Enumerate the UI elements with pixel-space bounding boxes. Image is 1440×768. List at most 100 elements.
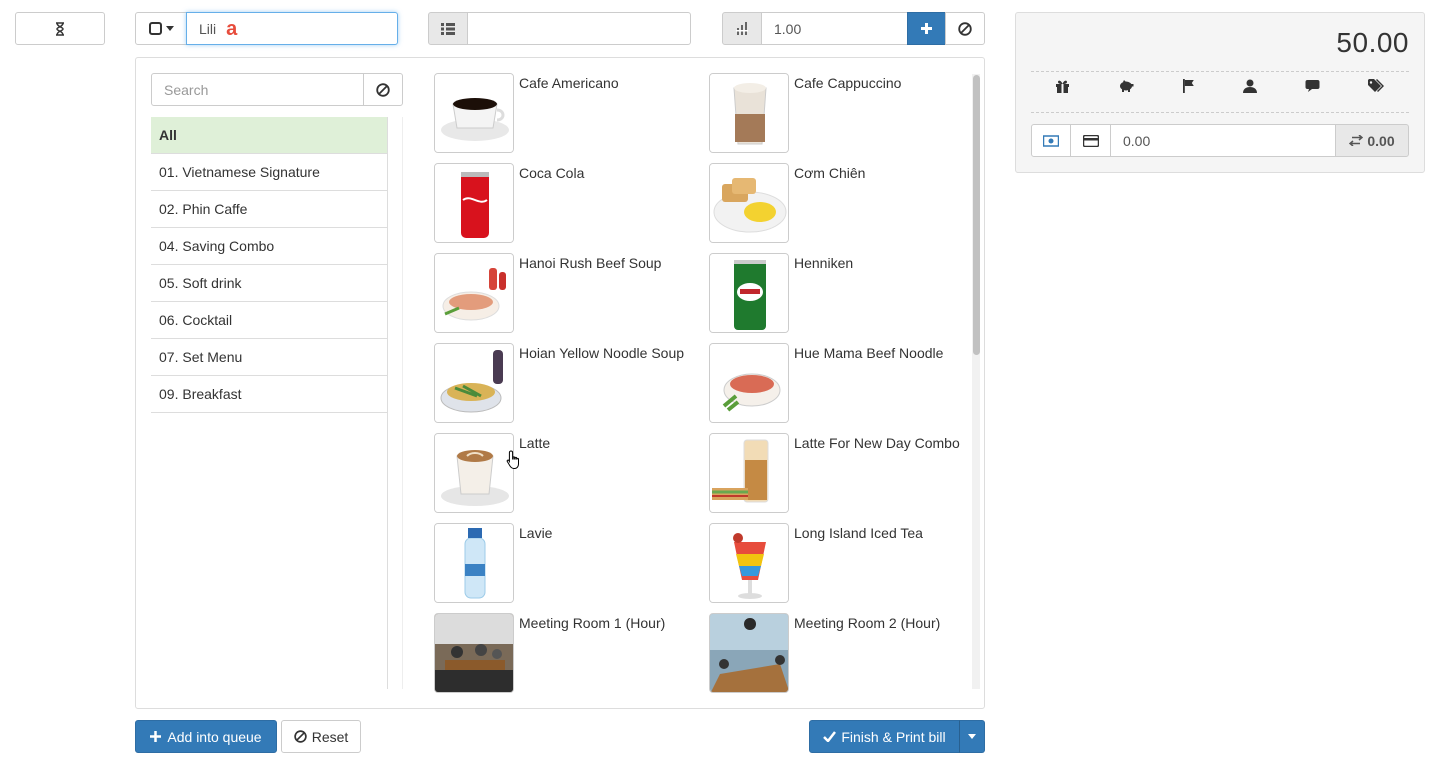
product-name: Cafe Americano [519, 75, 619, 91]
hand-pointer-cursor [506, 450, 522, 470]
product-grid: Cafe Americano Cafe Cappuccino Coca Cola Cơ… [434, 73, 974, 693]
cash-payment-button[interactable] [1031, 124, 1071, 157]
money-bill-icon [1043, 134, 1059, 147]
product-image[interactable] [709, 163, 789, 243]
table-select-dropdown[interactable] [135, 12, 187, 45]
category-item[interactable]: 01. Vietnamese Signature [151, 154, 387, 191]
plus-icon [150, 731, 162, 742]
paid-amount-value: 0.00 [1123, 132, 1151, 149]
menu-panel: Search All 01. Vietnamese Signature 02. Ph… [135, 57, 985, 709]
gift-icon[interactable] [1055, 79, 1070, 103]
product-name: Hanoi Rush Beef Soup [519, 255, 662, 271]
product-name: Henniken [794, 255, 854, 271]
add-into-queue-button[interactable]: Add into queue [135, 720, 277, 753]
hourglass-button[interactable] [15, 12, 105, 45]
summary-actions [1031, 79, 1409, 103]
product-item[interactable]: Cơm Chiên [709, 163, 974, 243]
square-icon [148, 22, 162, 35]
customer-input[interactable]: Lili a [186, 12, 398, 45]
product-image[interactable] [709, 433, 789, 513]
product-image[interactable] [434, 253, 514, 333]
piggy-bank-icon[interactable] [1118, 79, 1134, 103]
product-image[interactable] [434, 343, 514, 423]
check-icon [823, 731, 837, 742]
product-name: Coca Cola [519, 165, 585, 181]
product-image[interactable] [434, 163, 514, 243]
reset-button[interactable]: Reset [281, 720, 361, 753]
add-item-button[interactable] [907, 12, 946, 45]
note-input[interactable] [467, 12, 691, 45]
finish-options-dropdown[interactable] [959, 720, 985, 753]
caret-down-icon [968, 734, 976, 739]
product-item[interactable]: Cafe Cappuccino [709, 73, 974, 153]
product-image[interactable] [709, 613, 789, 693]
order-total: 50.00 [1336, 27, 1409, 58]
product-name: Lavie [519, 525, 553, 541]
change-amount-value: 0.00 [1367, 132, 1395, 149]
change-amount-button[interactable]: 0.00 [1335, 124, 1409, 157]
product-item[interactable]: Meeting Room 2 (Hour) [709, 613, 974, 693]
flag-icon[interactable] [1182, 79, 1195, 103]
customer-value: Lili [199, 20, 217, 37]
product-item[interactable]: Hanoi Rush Beef Soup [434, 253, 704, 333]
clear-search-button[interactable] [363, 73, 403, 106]
product-image[interactable] [434, 73, 514, 153]
menu-search-input[interactable]: Search [151, 73, 364, 106]
product-image[interactable] [434, 433, 514, 513]
category-scroll-divider [388, 117, 403, 689]
product-item[interactable]: Hoian Yellow Noodle Soup [434, 343, 704, 423]
product-item[interactable]: Latte For New Day Combo [709, 433, 974, 513]
product-item[interactable]: Henniken [709, 253, 974, 333]
product-item[interactable]: Hue Mama Beef Noodle [709, 343, 974, 423]
category-item[interactable]: All [151, 117, 387, 154]
product-scrollbar-thumb[interactable] [973, 75, 980, 355]
category-item[interactable]: 07. Set Menu [151, 339, 387, 376]
list-icon [441, 22, 455, 35]
product-name: Hue Mama Beef Noodle [794, 345, 944, 361]
ban-icon [958, 21, 972, 36]
product-item[interactable]: Latte [434, 433, 704, 513]
product-image[interactable] [709, 253, 789, 333]
product-image[interactable] [434, 523, 514, 603]
product-name: Latte [519, 435, 551, 451]
paid-amount-input[interactable]: 0.00 [1110, 124, 1336, 157]
category-item[interactable]: 02. Phin Caffe [151, 191, 387, 228]
card-payment-button[interactable] [1070, 124, 1111, 157]
product-name: Cơm Chiên [794, 165, 866, 181]
search-placeholder: Search [164, 81, 209, 98]
tags-icon[interactable] [1368, 79, 1385, 103]
summary-divider-top [1031, 71, 1409, 72]
ban-icon [293, 730, 307, 743]
category-item[interactable]: 05. Soft drink [151, 265, 387, 302]
product-item[interactable]: Meeting Room 1 (Hour) [434, 613, 704, 693]
product-item[interactable]: Cafe Americano [434, 73, 704, 153]
hourglass-icon [55, 21, 65, 36]
quantity-input[interactable]: 1.00 [761, 12, 908, 45]
category-list: All 01. Vietnamese Signature 02. Phin Caff… [151, 117, 388, 689]
add-into-queue-label: Add into queue [167, 728, 262, 745]
category-item[interactable]: 06. Cocktail [151, 302, 387, 339]
summary-divider-bottom [1031, 112, 1409, 113]
comment-icon[interactable] [1305, 79, 1320, 103]
product-name: Latte For New Day Combo [794, 435, 960, 451]
category-item[interactable]: 09. Breakfast [151, 376, 387, 413]
input-method-icon: a [226, 17, 238, 40]
category-item[interactable]: 04. Saving Combo [151, 228, 387, 265]
quantity-label-button [722, 12, 762, 45]
sort-numeric-icon [736, 22, 748, 35]
product-image[interactable] [434, 613, 514, 693]
product-image[interactable] [709, 343, 789, 423]
product-image[interactable] [709, 523, 789, 603]
product-item[interactable]: Coca Cola [434, 163, 704, 243]
order-summary: 50.00 0.00 0.00 [1015, 12, 1425, 173]
credit-card-icon [1082, 134, 1099, 147]
product-item[interactable]: Lavie [434, 523, 704, 603]
list-button[interactable] [428, 12, 468, 45]
exchange-icon [1349, 135, 1364, 146]
user-icon[interactable] [1243, 79, 1257, 103]
plus-icon [920, 22, 933, 35]
product-image[interactable] [709, 73, 789, 153]
product-item[interactable]: Long Island Iced Tea [709, 523, 974, 603]
finish-print-bill-button[interactable]: Finish & Print bill [809, 720, 960, 753]
clear-quantity-button[interactable] [945, 12, 985, 45]
